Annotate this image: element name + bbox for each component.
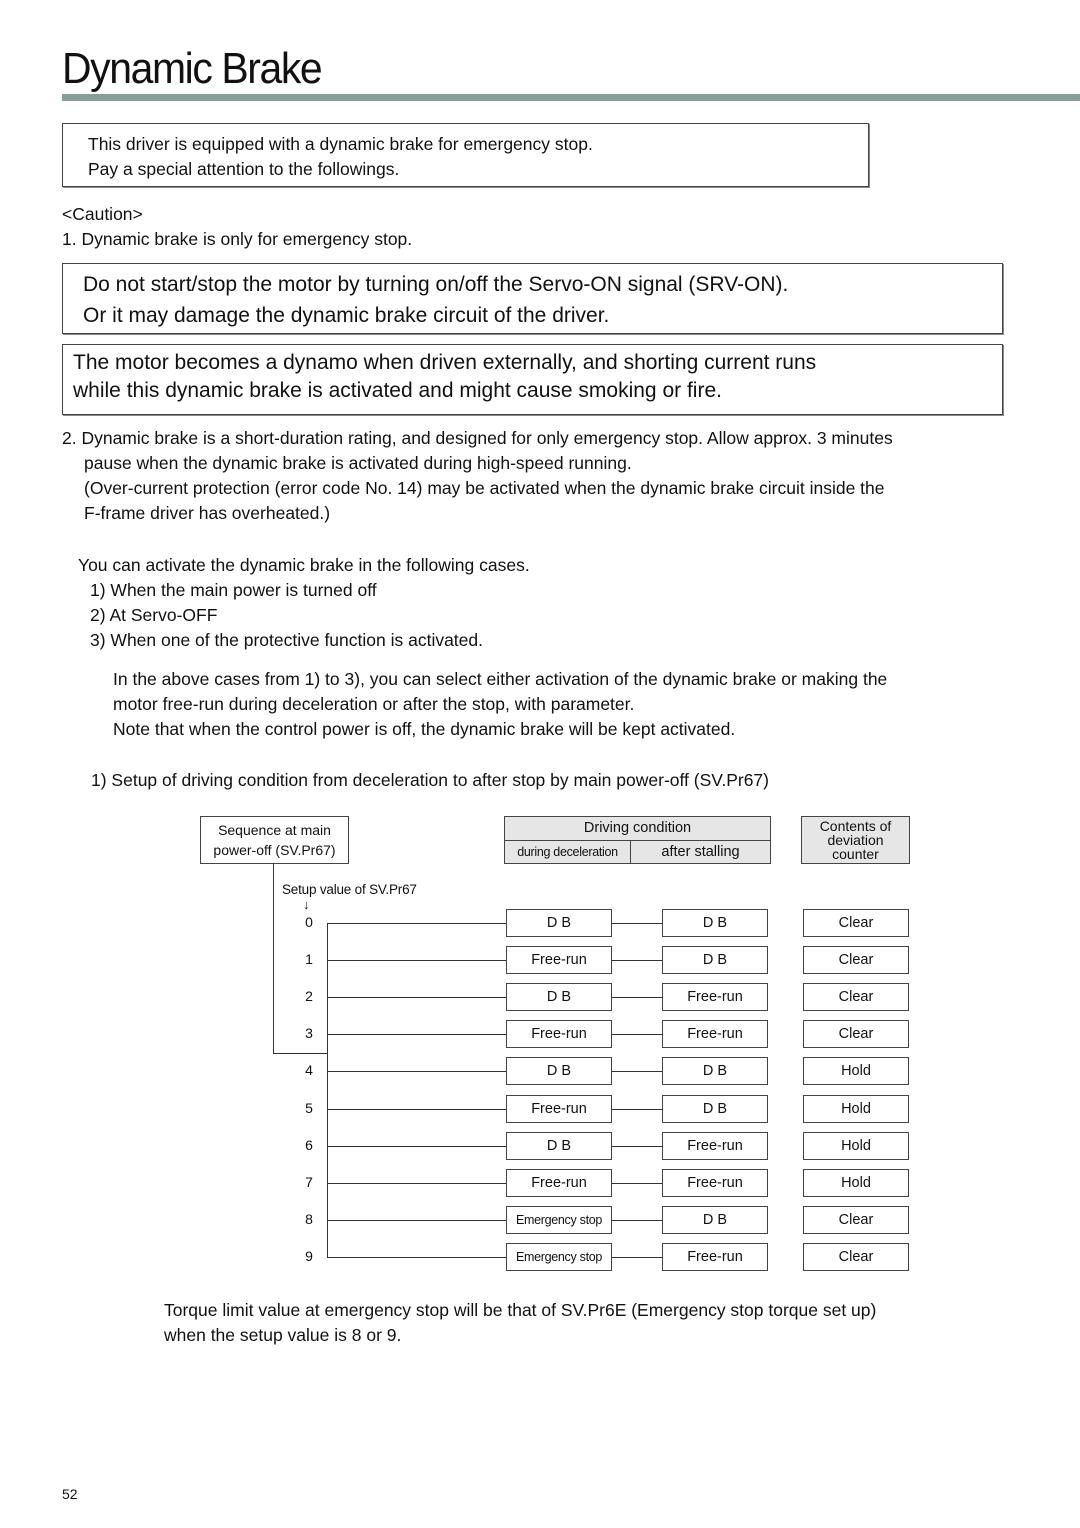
connector-line [327,1257,507,1258]
decel-condition-cell: D B [506,909,612,937]
connector-line [612,923,663,924]
setup-value-number: 0 [305,914,313,930]
connector-line [612,1034,663,1035]
decel-condition-cell: D B [506,983,612,1011]
connector-line [612,1220,663,1221]
driving-condition-header: Driving condition [504,816,771,841]
bracket-line [273,1053,328,1054]
connector-line [327,923,507,924]
deviation-header-line: counter [832,846,879,862]
connector-line [327,1034,507,1035]
deviation-counter-cell: Clear [803,1020,909,1048]
decel-condition-cell: Free-run [506,1020,612,1048]
stall-condition-cell: Free-run [662,1169,768,1197]
setup-value-number: 1 [305,951,313,967]
trunk-line [327,923,328,1258]
down-arrow-icon: ↓ [303,897,310,912]
setup-value-number: 2 [305,988,313,1004]
decel-condition-cell: Free-run [506,946,612,974]
bracket-line [273,864,274,1054]
decel-condition-cell: Free-run [506,1169,612,1197]
connector-line [612,1257,663,1258]
stall-condition-cell: D B [662,946,768,974]
deviation-counter-header: Contents of deviation counter [801,816,910,864]
connector-line [612,1071,663,1072]
connector-line [612,960,663,961]
decel-condition-cell: D B [506,1132,612,1160]
connector-line [327,1146,507,1147]
after-stalling-header: after stalling [630,840,771,864]
deviation-counter-cell: Clear [803,1243,909,1271]
connector-line [612,1146,663,1147]
stall-condition-cell: D B [662,1206,768,1234]
connector-line [327,1183,507,1184]
setup-value-number: 3 [305,1025,313,1041]
decel-condition-cell: Emergency stop [506,1243,612,1271]
setup-value-number: 9 [305,1248,313,1264]
decel-condition-cell: Free-run [506,1095,612,1123]
deviation-counter-cell: Clear [803,946,909,974]
stall-condition-cell: D B [662,1057,768,1085]
deviation-counter-cell: Hold [803,1057,909,1085]
deviation-counter-cell: Hold [803,1132,909,1160]
connector-line [612,1109,663,1110]
decel-condition-cell: D B [506,1057,612,1085]
deviation-header-line: deviation [827,832,884,848]
stall-condition-cell: Free-run [662,983,768,1011]
deviation-header-line: Contents of [819,818,892,834]
connector-line [327,1109,507,1110]
connector-line [327,1071,507,1072]
torque-note: Torque limit value at emergency stop wil… [164,1298,876,1348]
during-deceleration-header: during deceleration [504,840,631,864]
deviation-counter-cell: Clear [803,1206,909,1234]
sequence-label-line: Sequence at main [218,822,331,838]
torque-note-line: Torque limit value at emergency stop wil… [164,1300,877,1320]
decel-condition-cell: Emergency stop [506,1206,612,1234]
page-number: 52 [62,1486,78,1502]
stall-condition-cell: Free-run [662,1132,768,1160]
connector-line [327,997,507,998]
setup-value-number: 5 [305,1100,313,1116]
torque-note-line: when the setup value is 8 or 9. [164,1325,402,1345]
deviation-counter-cell: Hold [803,1169,909,1197]
sequence-header-box: Sequence at main power-off (SV.Pr67) [200,816,349,864]
stall-condition-cell: D B [662,909,768,937]
deviation-counter-cell: Clear [803,909,909,937]
stall-condition-cell: Free-run [662,1020,768,1048]
setup-value-number: 8 [305,1211,313,1227]
connector-line [612,997,663,998]
setup-value-number: 7 [305,1174,313,1190]
connector-line [327,960,507,961]
setup-value-number: 6 [305,1137,313,1153]
deviation-counter-cell: Hold [803,1095,909,1123]
setup-value-label: Setup value of SV.Pr67 [282,882,417,897]
setup-value-number: 4 [305,1062,313,1078]
connector-line [327,1220,507,1221]
stall-condition-cell: Free-run [662,1243,768,1271]
sequence-label-line: power-off (SV.Pr67) [213,842,336,858]
connector-line [612,1183,663,1184]
deviation-counter-cell: Clear [803,983,909,1011]
stall-condition-cell: D B [662,1095,768,1123]
